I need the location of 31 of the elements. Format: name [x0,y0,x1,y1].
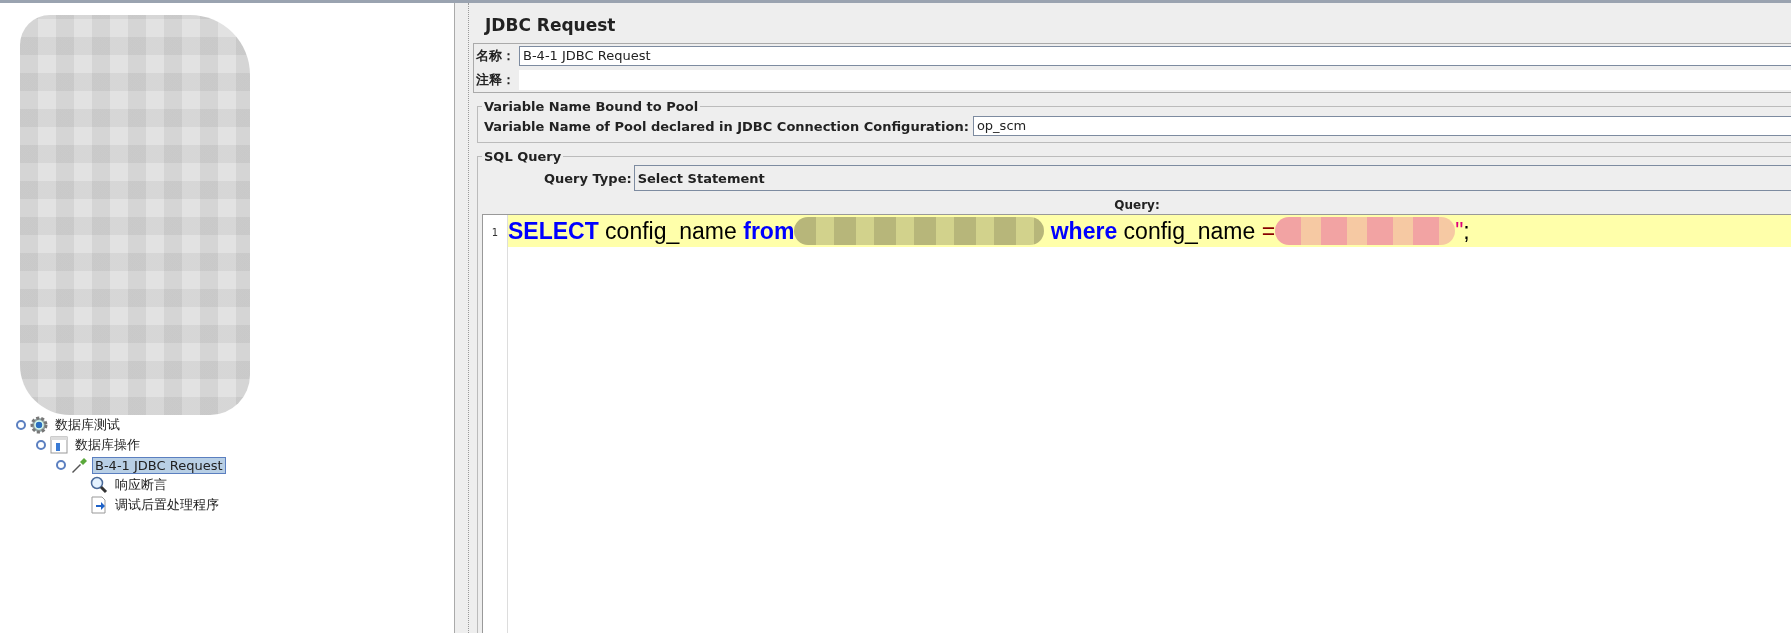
tree-item[interactable]: 数据库操作 [72,435,143,455]
name-field[interactable]: B-4-1 JDBC Request [519,46,1791,66]
code-token: config_name [604,217,738,245]
pool-field[interactable]: op_scm [972,116,1791,136]
field-label: Query Type: [544,170,632,186]
query-editor[interactable]: 1 SELECT config_name from where config_name = "; [482,214,1791,633]
line-number: 1 [490,227,500,238]
spool-icon [50,436,68,454]
section-legend: SQL Query [482,149,564,164]
tree-item[interactable]: 调试后置处理程序 [112,495,222,515]
magnifier-icon [90,476,108,494]
code-token: where [1049,217,1118,245]
pipette-icon [70,456,88,474]
tree-item[interactable]: B-4-1 JDBC Request [92,456,226,474]
query-type-dropdown[interactable]: Select Statement [633,165,1791,191]
gear-icon [30,416,48,434]
section-legend: Variable Name Bound to Pool [482,99,701,114]
field-label: Variable Name of Pool declared in JDBC Connection Configuration: [484,118,969,134]
code-token: ; [1463,217,1470,245]
document-arrow-icon [90,496,108,514]
field-label: 注释： [476,71,515,89]
code-token: = [1261,217,1276,245]
tree-item[interactable]: 响应断言 [112,475,170,495]
tree-item[interactable]: 数据库测试 [52,415,123,435]
code-token: SELECT [508,217,599,245]
code-token: " [1455,217,1464,245]
panel-title: JDBC Request [485,15,617,35]
query-label: Query: [1113,197,1161,214]
code-token: from [743,217,795,245]
field-label: 名称： [476,47,515,65]
code-token: config_name [1122,217,1257,245]
